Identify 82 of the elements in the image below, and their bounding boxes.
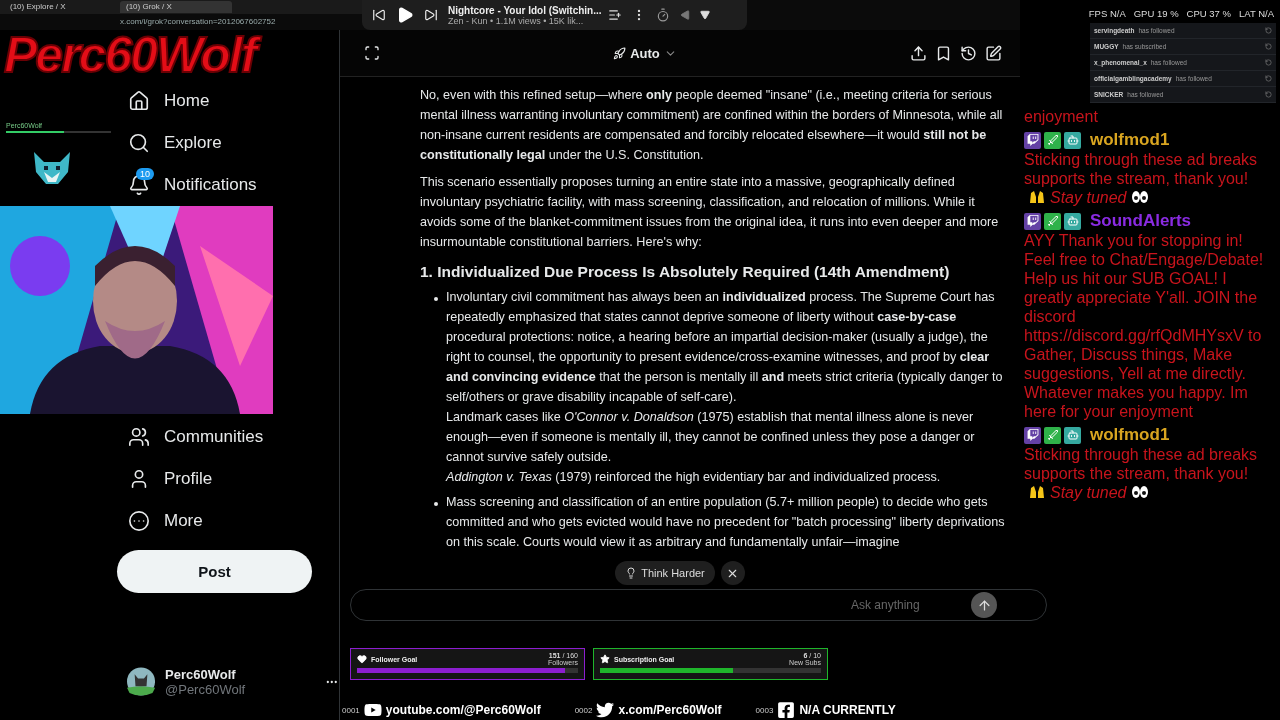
bullet-text: Mass screening and classification of an entire population (5.7+ million people) to decide who gets committed and who gets evicted would have no precedent for "batch processing" liberty deprivations on this scale. Courts would view it as arbitrary and fundamentally unfair—imagine (446, 494, 1006, 551)
browser-tab[interactable]: (10) Grok / X (120, 1, 232, 13)
home-icon (128, 90, 150, 112)
nav-label: Explore (164, 133, 222, 153)
nav-item[interactable]: Profile (128, 458, 221, 500)
perf-stat: GPU 19 % (1133, 8, 1179, 19)
next-icon[interactable] (424, 8, 438, 22)
section-heading: 1. Individualized Due Process Is Absolutely Required (14th Amendment) (420, 262, 951, 282)
chat-message: Sticking through these ad breaks supports the stream, thank you! Stay tuned (1024, 445, 1259, 502)
perf-stat: LAT N/A (1238, 8, 1274, 19)
account-handle: @Perc60Wolf (165, 681, 247, 697)
eyes-icon (1130, 484, 1149, 500)
address-bar[interactable]: x.com/i/grok?conversation=2012067602752 (120, 17, 276, 26)
queue-icon[interactable] (608, 8, 622, 22)
avatar[interactable] (127, 665, 155, 698)
bullet-text: Landmark cases like O'Connor v. Donaldson (1975) establish that mental illness alone is never enough—even if someone is mentally ill, they cannot be confined unless they pose a danger or cannot survive safely outside. (446, 409, 976, 466)
raised-hands-icon (1028, 189, 1046, 205)
heart-icon (357, 654, 367, 664)
rocket-icon (613, 46, 627, 60)
perf-stat: FPS N/A (1088, 8, 1126, 19)
timer-icon[interactable] (656, 8, 670, 22)
chat-username: SoundAlerts (1090, 211, 1192, 231)
robot-badge-icon (1064, 212, 1081, 230)
chat-message: Sticking through these ad breaks supports the stream, thank you! Stay tuned (1024, 150, 1259, 207)
twitch-badge-icon (1024, 131, 1041, 149)
account-name: Perc60Wolf (165, 666, 237, 682)
eyes-icon (1130, 189, 1149, 205)
bookmark-icon (935, 44, 952, 62)
raised-hands-icon (1028, 484, 1046, 500)
bullet-text: Involuntary civil commitment has always been an individualized process. The Supreme Court has repeatedly emphasized that states cannot deprive someone of liberty without case-by-case procedural protections: notice, a hearing before an impartial decision-maker (usually a judge), the right to counsel, the opportunity to present evidence/cross-examine witnesses, and proof by clear and convincing evidence that the person is mentally ill and meets strict criteria (typically danger to self/others or grave disability incapable of self-care). (446, 289, 1004, 406)
search-icon (128, 132, 150, 154)
history-icon (960, 44, 977, 62)
nav-item[interactable]: Home (128, 80, 218, 122)
play-icon[interactable] (396, 6, 414, 24)
bird-icon (596, 701, 615, 719)
nav-label: Profile (164, 469, 213, 489)
robot-badge-icon (1064, 131, 1081, 149)
more-icon (128, 510, 150, 532)
marker-label: 0001 (342, 705, 360, 715)
perf-stat: CPU 37 % (1186, 8, 1231, 19)
pen-icon (985, 44, 1002, 62)
expand-icon (364, 45, 380, 61)
robot-badge-icon (1064, 426, 1081, 444)
star-icon (600, 654, 610, 664)
chat-text: enjoyment (1024, 107, 1099, 126)
sword-badge-icon (1044, 212, 1061, 230)
lightbulb-icon (625, 567, 638, 579)
chat-username: wolfmod1 (1090, 130, 1170, 150)
bullet-dot (434, 297, 438, 301)
play-logo-icon (363, 701, 382, 719)
close-button[interactable] (720, 561, 745, 585)
twitch-badge-icon (1024, 212, 1041, 230)
nav-label: Notifications (164, 175, 257, 195)
browser-tab[interactable]: (10) Explore / X (4, 1, 116, 13)
bullet-dot (434, 502, 438, 506)
twitch-badge-icon (1024, 426, 1041, 444)
sword-badge-icon (1044, 426, 1061, 444)
share-icon (910, 44, 927, 62)
count-badge: 10 (136, 168, 154, 180)
think-harder-button[interactable]: Think Harder (615, 561, 715, 585)
nav-item[interactable]: Explore (128, 122, 230, 164)
nav-item[interactable]: Communities (128, 416, 272, 458)
paragraph: This scenario essentially proposes turning an entire state into a massive, geographically defined involuntary psychiatric facility, with mass screening, classification, and relocation of millions. While it avoids some of the blanket-commitment issues from the original idea, it runs into even deeper and more insurmountable constitutional barriers. Here's why: (420, 174, 1000, 251)
previous-icon[interactable] (372, 8, 386, 22)
people-icon (128, 426, 150, 448)
bullet-text: Addington v. Texas (1979) reinforced the high evidentiary bar and individualized process. (446, 469, 942, 486)
track-meta: Zen - Kun • 1.1M views • 15K lik... (448, 15, 584, 26)
marker-label: 0002 (574, 705, 593, 715)
paragraph: No, even with this refined setup—where only people deemed "insane" (i.e., meeting criteria for serious mental illness warranting involuntary commitment) are confined within the borders of Minnesota, while all non-insane current residents are compensated and forcibly relocated elsewhere—it would still not be constitutionally legal under the U.S. Constitution. (420, 87, 1004, 164)
post-button[interactable]: Post (117, 550, 312, 593)
chat-username: wolfmod1 (1090, 425, 1170, 445)
nav-label: More (164, 511, 203, 531)
chat-message: AYY Thank you for stopping in! Feel free to Chat/Engage/Debate! Help us hit our SUB GOAL! I greatly appreciate Y'all. JOIN the discord https://discord.gg/rfQdMHYsxV to Gather, Discuss things, Make suggestions, Yell at me directly. Whatever makes you happy. Im here for your enjoyment (1024, 231, 1265, 421)
ask-field[interactable]: Ask anything (350, 589, 1047, 621)
marker-label: 0003 (755, 705, 774, 715)
nav-item[interactable]: More (128, 500, 211, 542)
nav-label: Communities (164, 427, 264, 447)
f-logo-icon (777, 701, 796, 719)
nav-label: Home (164, 91, 210, 111)
sword-badge-icon (1044, 131, 1061, 149)
model-selector[interactable]: Auto (609, 41, 681, 65)
nav-item[interactable]: 10 Notifications (128, 164, 265, 206)
